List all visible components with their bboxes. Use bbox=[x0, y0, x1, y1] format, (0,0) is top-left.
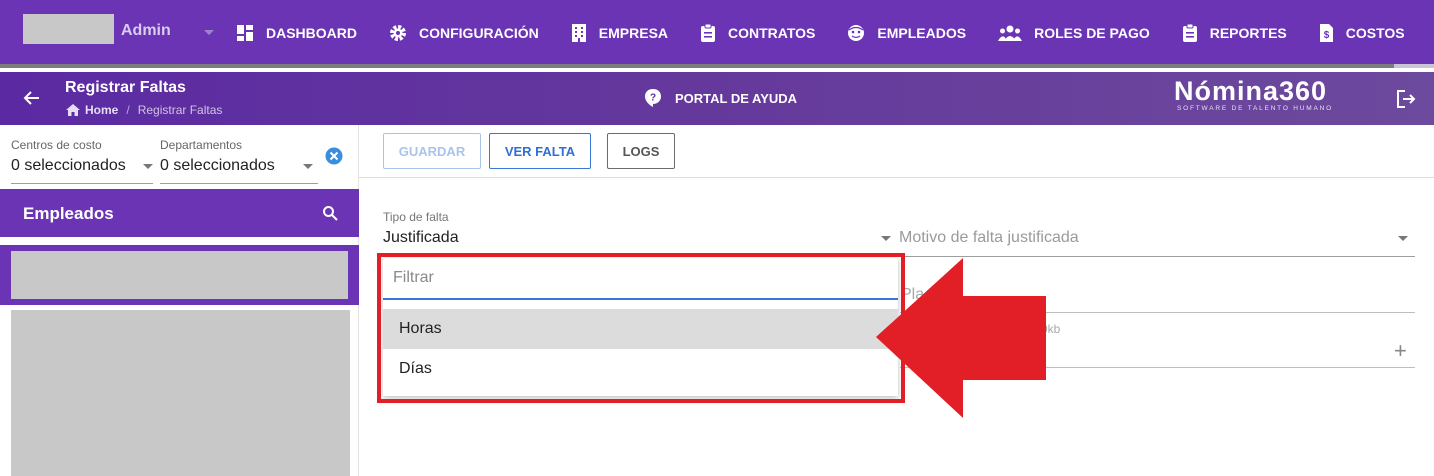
nav-item-roles-de-pago[interactable]: ROLES DE PAGO bbox=[998, 25, 1150, 41]
user-avatar[interactable] bbox=[23, 14, 114, 44]
nav-item-contratos[interactable]: CONTRATOS bbox=[700, 23, 816, 43]
building-icon bbox=[571, 24, 586, 42]
dropdown-filter[interactable] bbox=[383, 258, 898, 300]
main-nav: DASHBOARD CONFIGURACIÓN EMPRESA CONTRATO… bbox=[236, 0, 1434, 66]
face-icon bbox=[848, 25, 865, 41]
nav-item-label: EMPRESA bbox=[598, 25, 669, 41]
svg-text:$: $ bbox=[1323, 30, 1329, 41]
breadcrumb-home[interactable]: Home bbox=[85, 103, 118, 117]
nav-item-label: CONFIGURACIÓN bbox=[419, 25, 539, 41]
home-icon[interactable] bbox=[66, 104, 80, 116]
logo-tagline: SOFTWARE DE TALENTO HUMANO bbox=[1177, 105, 1333, 112]
nav-item-dashboard[interactable]: DASHBOARD bbox=[236, 24, 357, 42]
nav-item-configuracion[interactable]: CONFIGURACIÓN bbox=[389, 24, 539, 42]
nav-item-costos[interactable]: $ COSTOS bbox=[1319, 23, 1405, 43]
nav-item-empresa[interactable]: EMPRESA bbox=[571, 23, 668, 43]
cost-centers-label: Centros de costo bbox=[11, 138, 102, 152]
cost-centers-select[interactable]: 0 seleccionados bbox=[11, 157, 126, 175]
employee-list-item[interactable] bbox=[11, 310, 350, 476]
nav-item-empleados[interactable]: EMPLEADOS bbox=[847, 24, 966, 42]
justification-reason-select[interactable]: Motivo de falta justificada bbox=[899, 229, 1079, 247]
clear-filters-icon[interactable] bbox=[325, 147, 343, 165]
nav-item-label: REPORTES bbox=[1209, 25, 1287, 41]
nav-item-label: COSTOS bbox=[1345, 25, 1405, 41]
page-title: Registrar Faltas bbox=[65, 79, 186, 96]
clipboard-icon bbox=[1182, 23, 1197, 42]
toolbar-divider bbox=[359, 177, 1434, 178]
field-underline bbox=[900, 312, 1415, 313]
employees-title: Empleados bbox=[23, 204, 114, 223]
absence-type-label: Tipo de falta bbox=[383, 210, 449, 224]
nav-item-reportes[interactable]: REPORTES bbox=[1182, 23, 1287, 43]
user-menu-chevron-icon[interactable] bbox=[204, 30, 214, 35]
absence-type-chevron-icon[interactable] bbox=[881, 236, 891, 241]
people-icon bbox=[998, 25, 1023, 41]
annotation-arrow-icon bbox=[876, 258, 1046, 418]
justification-reason-chevron-icon[interactable] bbox=[1398, 236, 1408, 241]
justification-reason-underline bbox=[899, 256, 1415, 257]
dashboard-icon bbox=[237, 25, 253, 41]
nav-item-label: DASHBOARD bbox=[266, 25, 357, 41]
back-arrow-icon[interactable] bbox=[22, 88, 42, 108]
dropdown-option-horas[interactable]: Horas bbox=[383, 309, 898, 349]
cost-centers-underline bbox=[11, 183, 153, 184]
svg-text:?: ? bbox=[650, 93, 656, 104]
file-size-fragment: 0kb bbox=[1041, 322, 1061, 336]
departments-select[interactable]: 0 seleccionados bbox=[160, 157, 275, 175]
nav-item-label: EMPLEADOS bbox=[877, 25, 967, 41]
invoice-icon: $ bbox=[1319, 24, 1333, 42]
dropdown-option-dias[interactable]: Días bbox=[383, 349, 898, 389]
nav-item-label: ROLES DE PAGO bbox=[1034, 25, 1150, 41]
clipboard-icon bbox=[701, 23, 716, 42]
selected-employee-card[interactable] bbox=[11, 251, 348, 299]
search-icon[interactable] bbox=[322, 205, 338, 221]
field-label-fragment[interactable]: Pla bbox=[901, 286, 924, 304]
help-portal-label: PORTAL DE AYUDA bbox=[675, 90, 798, 106]
filter-input[interactable] bbox=[383, 258, 898, 300]
departments-underline bbox=[160, 183, 318, 184]
departments-label: Departamentos bbox=[160, 138, 243, 152]
breadcrumb-current: Registrar Faltas bbox=[137, 103, 223, 117]
add-file-icon[interactable]: + bbox=[1394, 338, 1407, 364]
absence-type-select[interactable]: Justificada bbox=[383, 229, 459, 247]
logo-text: Nómina360 bbox=[1174, 76, 1328, 106]
breadcrumb: Home / Registrar Faltas bbox=[66, 103, 222, 117]
nav-item-label: CONTRATOS bbox=[728, 25, 816, 41]
brand-logo: Nómina360 SOFTWARE DE TALENTO HUMANO bbox=[1174, 76, 1333, 112]
view-absence-button[interactable]: VER FALTA bbox=[489, 133, 591, 169]
logs-button[interactable]: LOGS bbox=[607, 133, 675, 169]
breadcrumb-separator: / bbox=[126, 103, 130, 117]
help-icon: ? bbox=[645, 89, 661, 107]
logout-icon[interactable] bbox=[1396, 89, 1416, 109]
file-field-underline bbox=[900, 367, 1415, 368]
departments-chevron-icon[interactable] bbox=[303, 164, 313, 169]
gear-icon bbox=[390, 25, 406, 41]
help-portal-link[interactable]: ? PORTAL DE AYUDA bbox=[645, 89, 797, 107]
save-button[interactable]: GUARDAR bbox=[383, 133, 481, 169]
cost-centers-chevron-icon[interactable] bbox=[143, 164, 153, 169]
user-role-label[interactable]: Admin bbox=[121, 22, 171, 40]
